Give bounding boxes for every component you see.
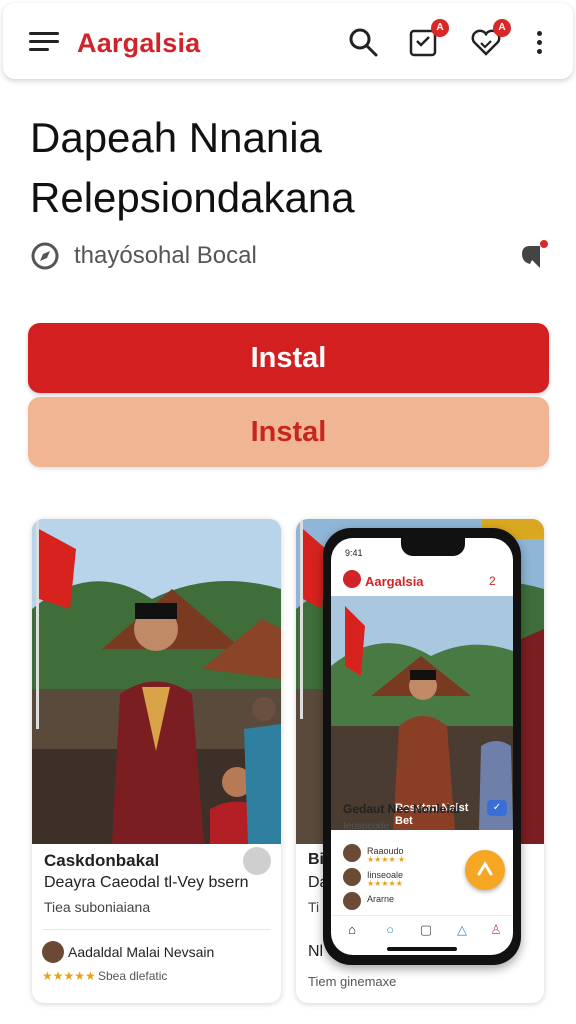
phone-hero-image: Rosetan Nalst Bet (331, 596, 513, 830)
search-icon[interactable]: ○ (383, 923, 397, 937)
card-title: Caskdonbakal (44, 851, 160, 870)
bell-icon[interactable]: △ (455, 923, 469, 937)
card-description: Deayra Caeodal tl-Vey bsern (44, 874, 249, 891)
subtitle-text: thayósohal Bocal (74, 242, 257, 269)
phone-mockup: 9:41 Aargalsia 2 Rosetan Nalst Bet Gedau… (323, 528, 521, 965)
content-card[interactable]: Caskdonbakal Deayra Caeodal tl-Vey bsern… (32, 519, 281, 1003)
search-icon[interactable] (346, 25, 380, 59)
phone-screen: 9:41 Aargalsia 2 Rosetan Nalst Bet Gedau… (331, 538, 513, 955)
bottom-nav: ⌂ ○ ▢ △ ♙ (331, 915, 513, 943)
phone-notch (401, 538, 465, 556)
phone-brand: Aargalsia (365, 574, 424, 589)
page-title-line2: Relepsiondakana (30, 174, 355, 221)
brand-logo-text: Aargalsia (77, 28, 201, 58)
home-icon[interactable]: ⌂ (345, 923, 359, 937)
notifications-icon[interactable]: A (407, 19, 449, 59)
notification-badge: A (431, 19, 449, 37)
status-time: 9:41 (345, 548, 363, 558)
favorites-badge: A (493, 19, 511, 37)
hero-caption-line2: Bet (395, 815, 413, 827)
more-options-icon[interactable] (535, 31, 543, 57)
rating-text: Sbea dlefatic (98, 969, 168, 983)
checkbox-icon[interactable]: ✓ (487, 800, 507, 816)
phone-count: 2 (489, 574, 496, 588)
list-item-name: Ararne (367, 894, 395, 904)
install-button-primary[interactable]: Instal (28, 323, 549, 393)
card-meta-2: Ti (308, 899, 320, 915)
card-image (32, 519, 281, 844)
bookmark-icon[interactable] (518, 238, 552, 272)
phone-card-title: Gedaut Nee Nonlelal (343, 802, 460, 816)
page-title-line1: Dapeah Nnania (30, 114, 322, 161)
subtitle-row: thayósohal Bocal (30, 238, 550, 274)
menu-icon[interactable] (29, 32, 59, 54)
install-button-secondary[interactable]: Instal (28, 397, 549, 467)
list-item-stars: ★★★★★ (367, 879, 403, 888)
fab-button[interactable] (465, 850, 505, 890)
phone-card-subtitle: Ieosocode (343, 821, 390, 832)
card-meta: Tiea suboniaiana (44, 899, 151, 915)
app-logo-icon (343, 570, 361, 588)
star-rating: ★★★★★ (42, 969, 96, 983)
profile-icon[interactable]: ♙ (489, 923, 503, 937)
list-item-stars: ★★★★ ★ (367, 855, 406, 864)
compass-icon (30, 241, 60, 271)
verified-check-icon (243, 847, 271, 875)
rating-text-2: Tiem ginemaxe (308, 974, 397, 989)
author-avatar (42, 941, 64, 963)
card-title-2: Bi (308, 851, 324, 868)
card-divider (42, 929, 271, 930)
page-title: Dapeah Nnania Relepsiondakana (30, 108, 355, 228)
author-name-2: Nl (308, 943, 324, 960)
phone-list-item[interactable]: Ararne (343, 892, 493, 912)
home-indicator (387, 947, 457, 951)
author-name: Aadaldal Malai Nevsain (68, 944, 215, 960)
camera-icon[interactable]: ▢ (419, 923, 433, 937)
favorites-icon[interactable]: A (469, 19, 511, 59)
top-app-bar: Aargalsia A A (3, 3, 573, 79)
